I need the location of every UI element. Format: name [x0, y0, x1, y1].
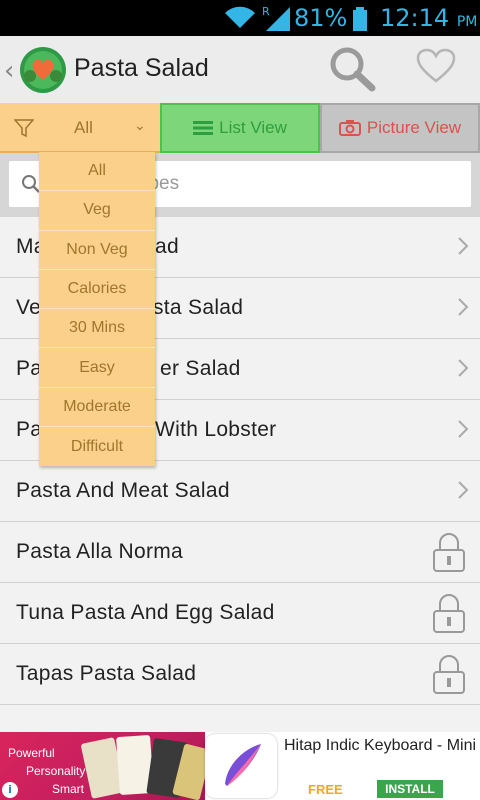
- ad-info-icon[interactable]: i: [2, 782, 18, 798]
- status-bar: R 81% 12:14 PM: [0, 0, 480, 36]
- tab-picture-view-label: Picture View: [366, 118, 462, 137]
- ad-app-name[interactable]: Hitap Indic Keyboard - Mini: [282, 736, 478, 755]
- tab-list-view[interactable]: List View: [160, 103, 320, 153]
- filter-option[interactable]: 30 Mins: [39, 309, 155, 349]
- recipe-label: Ve: [16, 296, 42, 319]
- tab-list-view-label: List View: [219, 118, 287, 137]
- app-bar: ‹ Pasta Salad: [0, 36, 480, 103]
- wifi-icon: [225, 6, 255, 29]
- chevron-right-icon: [458, 359, 469, 377]
- ad-app-icon[interactable]: [205, 734, 277, 798]
- ad-tagline-1: Powerful: [8, 746, 55, 760]
- chevron-down-icon: ⌄: [134, 117, 146, 133]
- app-logo[interactable]: [18, 46, 68, 94]
- filter-option[interactable]: Moderate: [39, 388, 155, 428]
- chevron-right-icon: [458, 420, 469, 438]
- recipe-row[interactable]: Tapas Pasta Salad: [0, 644, 480, 705]
- filter-option[interactable]: Veg: [39, 191, 155, 231]
- filter-option[interactable]: All: [39, 152, 155, 192]
- recipe-label-suffix: er Salad: [160, 357, 241, 380]
- battery-percent: 81%: [294, 4, 348, 32]
- battery-icon: [353, 7, 367, 31]
- chevron-left-icon[interactable]: ‹: [4, 56, 14, 86]
- recipe-row[interactable]: Tuna Pasta And Egg Salad: [0, 583, 480, 644]
- tab-picture-view[interactable]: Picture View: [320, 103, 480, 153]
- clock: 12:14 PM: [380, 4, 478, 32]
- search-icon: [22, 175, 40, 193]
- filter-option[interactable]: Difficult: [39, 427, 155, 466]
- lock-icon: [433, 594, 465, 633]
- recipe-label-suffix: With Lobster: [155, 418, 277, 441]
- recipe-label-suffix: ad: [155, 235, 179, 258]
- ad-price: FREE: [308, 782, 343, 797]
- ad-banner[interactable]: Powerful Personality Smart i Hitap Indic…: [0, 732, 480, 800]
- ad-image[interactable]: Powerful Personality Smart i: [0, 732, 205, 800]
- install-button[interactable]: INSTALL: [377, 780, 443, 798]
- signal-roaming-letter: R: [262, 5, 270, 18]
- list-icon: [193, 121, 214, 135]
- filter-option[interactable]: Non Veg: [39, 231, 155, 270]
- recipe-label: Pasta And Meat Salad: [16, 479, 230, 502]
- signal-icon: R: [262, 5, 290, 31]
- filter-icon: [14, 119, 34, 137]
- chevron-right-icon: [458, 298, 469, 316]
- recipe-row[interactable]: Pasta Alla Norma: [0, 522, 480, 583]
- filter-option[interactable]: Easy: [39, 348, 155, 388]
- view-tabs: All ⌄ List View Picture View: [0, 103, 480, 153]
- page-title: Pasta Salad: [74, 54, 209, 82]
- filter-option[interactable]: Calories: [39, 270, 155, 310]
- recipe-label: Tuna Pasta And Egg Salad: [16, 601, 275, 624]
- search-icon[interactable]: [328, 46, 378, 92]
- lock-icon: [433, 655, 465, 694]
- chevron-right-icon: [458, 481, 469, 499]
- recipe-row[interactable]: Pasta And Meat Salad: [0, 461, 480, 522]
- ad-tagline-2: Personality: [26, 764, 86, 778]
- chevron-right-icon: [458, 237, 469, 255]
- filter-dropdown-toggle[interactable]: All ⌄: [0, 103, 160, 153]
- camera-icon: [338, 120, 361, 136]
- recipe-label: Tapas Pasta Salad: [16, 662, 197, 685]
- ad-tagline-3: Smart: [52, 782, 85, 796]
- recipe-label: Pasta Alla Norma: [16, 540, 184, 563]
- lock-icon: [433, 533, 465, 572]
- recipe-label-suffix: sta Salad: [153, 296, 244, 319]
- filter-selected-value: All: [74, 118, 93, 137]
- filter-menu: All Veg Non Veg Calories 30 Mins Easy Moderate…: [39, 152, 155, 467]
- heart-icon[interactable]: [416, 48, 456, 84]
